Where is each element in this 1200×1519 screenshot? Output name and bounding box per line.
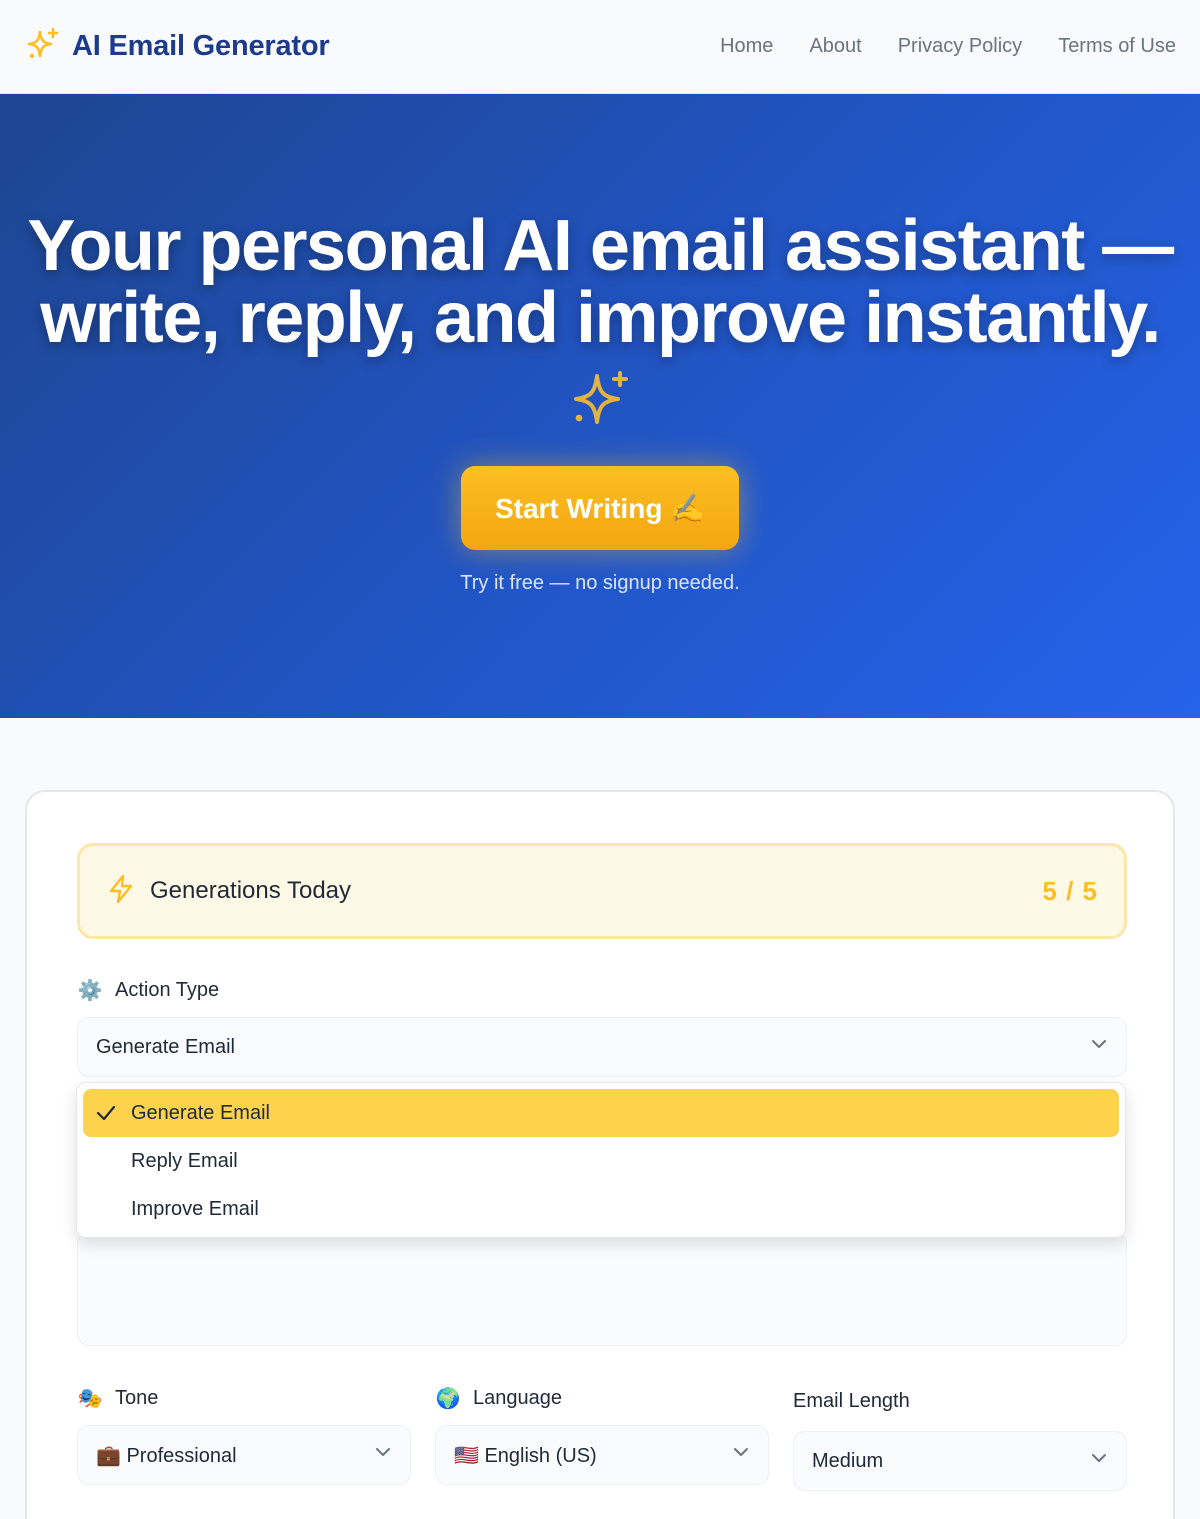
main-nav: Home About Privacy Policy Terms of Use xyxy=(720,35,1176,58)
chevron-down-icon xyxy=(374,1443,392,1467)
dropdown-option-label: Reply Email xyxy=(131,1149,238,1172)
check-icon xyxy=(95,1102,131,1124)
action-type-dropdown: Generate Email Reply Email Improve Email xyxy=(76,1082,1126,1238)
tone-select[interactable]: 💼 Professional xyxy=(77,1425,411,1485)
generations-count: 5 / 5 xyxy=(1042,875,1098,906)
email-length-label-text: Email Length xyxy=(793,1390,910,1412)
globe-icon: 🌍 xyxy=(435,1388,461,1410)
nav-link-home[interactable]: Home xyxy=(720,35,773,58)
brand-title: AI Email Generator xyxy=(72,30,330,62)
email-length-select[interactable]: Medium xyxy=(793,1431,1127,1491)
email-prompt-textarea[interactable] xyxy=(77,1232,1127,1346)
hero-title: Your personal AI email assistant — write… xyxy=(0,210,1200,354)
dropdown-option-generate-email[interactable]: Generate Email xyxy=(83,1089,1119,1137)
hero-title-line-1: Your personal AI email assistant — xyxy=(27,206,1174,286)
sparkles-icon xyxy=(570,370,630,430)
language-label-text: Language xyxy=(473,1387,562,1409)
dropdown-option-improve-email[interactable]: Improve Email xyxy=(83,1185,1119,1233)
language-value: 🇺🇸 English (US) xyxy=(454,1444,597,1467)
tone-label-text: Tone xyxy=(115,1387,159,1409)
tone-value: 💼 Professional xyxy=(96,1444,237,1467)
email-length-value: Medium xyxy=(812,1449,884,1472)
hero-subtitle: Try it free — no signup needed. xyxy=(460,572,740,594)
action-type-value: Generate Email xyxy=(96,1035,235,1058)
theater-masks-icon: 🎭 xyxy=(77,1388,103,1410)
hero-title-line-2: write, reply, and improve instantly. xyxy=(40,278,1161,358)
hero-section: Your personal AI email assistant — write… xyxy=(0,94,1200,718)
tone-label: 🎭 Tone xyxy=(77,1386,159,1411)
generations-label: Generations Today xyxy=(150,877,352,904)
generations-limit-banner: Generations Today 5 / 5 xyxy=(77,843,1127,939)
chevron-down-icon xyxy=(1090,1035,1108,1059)
brand[interactable]: AI Email Generator xyxy=(24,26,330,67)
action-type-label: ⚙️ Action Type xyxy=(77,978,220,1003)
email-length-label: Email Length xyxy=(793,1390,910,1413)
start-writing-button[interactable]: Start Writing ✍️ xyxy=(461,466,739,550)
nav-link-terms-of-use[interactable]: Terms of Use xyxy=(1058,35,1176,58)
dropdown-option-label: Improve Email xyxy=(131,1197,259,1220)
action-type-select[interactable]: Generate Email xyxy=(77,1017,1127,1077)
sparkles-icon xyxy=(24,26,60,67)
nav-link-privacy-policy[interactable]: Privacy Policy xyxy=(898,35,1022,58)
dropdown-option-reply-email[interactable]: Reply Email xyxy=(83,1137,1119,1185)
action-type-label-text: Action Type xyxy=(115,979,220,1001)
chevron-down-icon xyxy=(732,1443,750,1467)
gear-icon: ⚙️ xyxy=(77,980,103,1002)
chevron-down-icon xyxy=(1090,1449,1108,1473)
nav-link-about[interactable]: About xyxy=(809,35,861,58)
dropdown-option-label: Generate Email xyxy=(131,1101,270,1124)
site-header: AI Email Generator Home About Privacy Po… xyxy=(0,0,1200,94)
language-select[interactable]: 🇺🇸 English (US) xyxy=(435,1425,769,1485)
language-label: 🌍 Language xyxy=(435,1386,562,1411)
lightning-icon xyxy=(106,874,136,909)
